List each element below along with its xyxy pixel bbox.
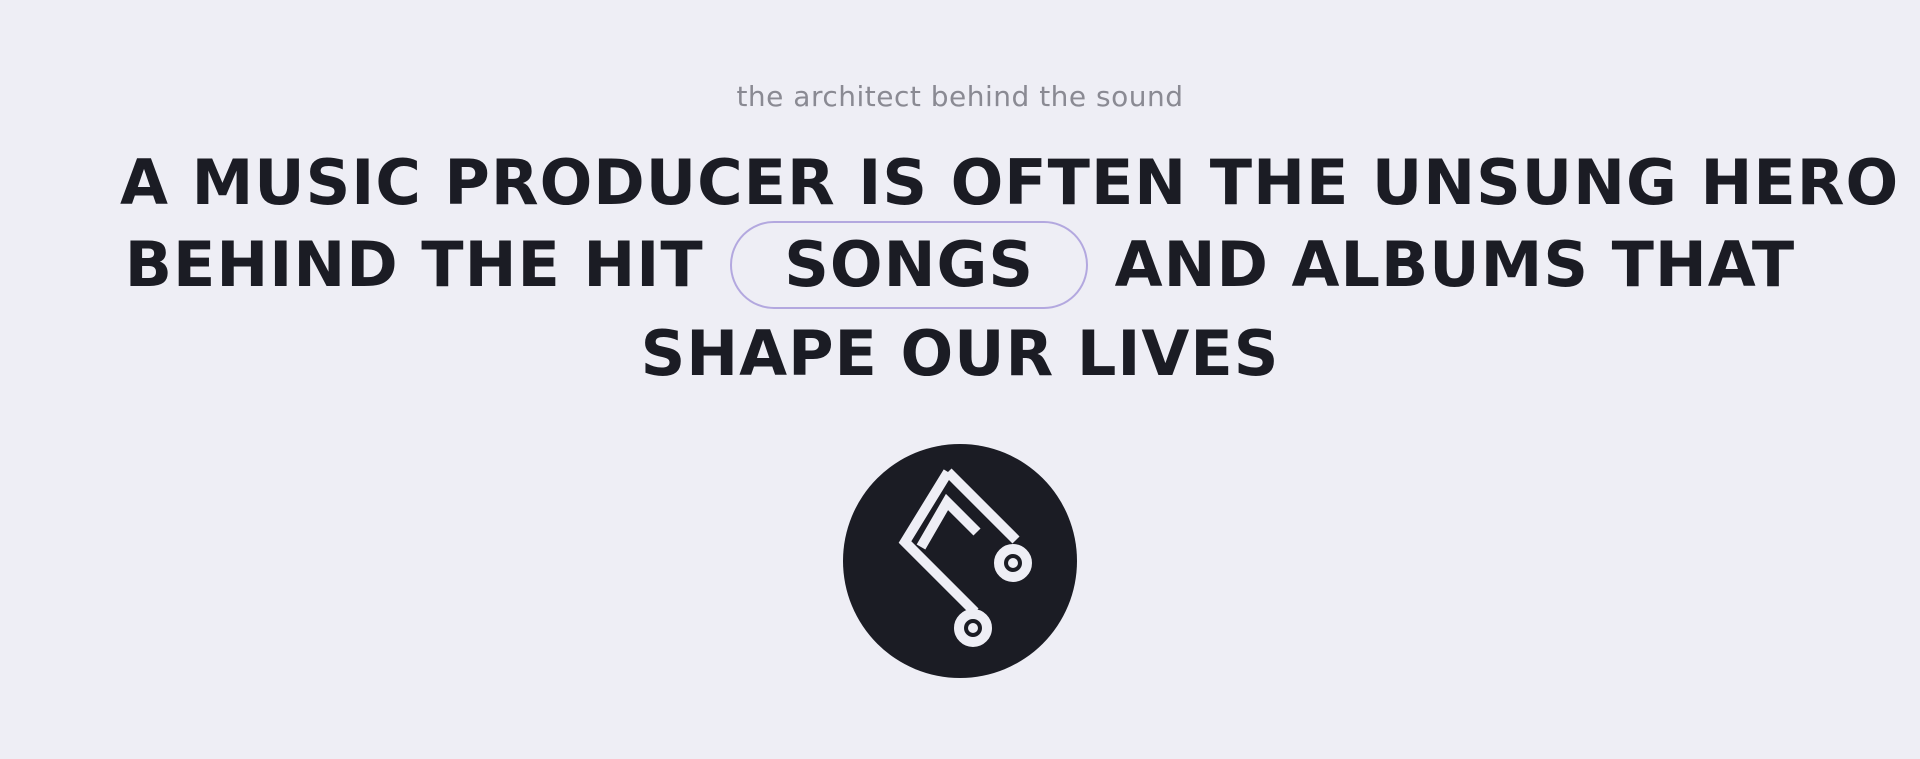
logo-badge — [843, 444, 1077, 678]
headline-text-before-highlight: BEHIND THE HIT — [124, 228, 704, 301]
headline: A MUSIC PRODUCER IS OFTEN THE UNSUNG HER… — [120, 142, 1900, 395]
music-note-icon — [898, 468, 1032, 647]
headline-line-1: A MUSIC PRODUCER IS OFTEN THE UNSUNG HER… — [120, 146, 1900, 219]
highlight-pill: SONGS — [730, 220, 1089, 309]
tagline: the architect behind the sound — [736, 80, 1184, 113]
headline-line-3: SHAPE OUR LIVES — [640, 316, 1280, 390]
headline-text-after-highlight: AND ALBUMS THAT — [1114, 228, 1796, 301]
hero-section: the architect behind the sound A MUSIC P… — [0, 0, 1920, 759]
headline-line-2: BEHIND THE HIT SONGS AND ALBUMS THAT — [120, 220, 1800, 313]
